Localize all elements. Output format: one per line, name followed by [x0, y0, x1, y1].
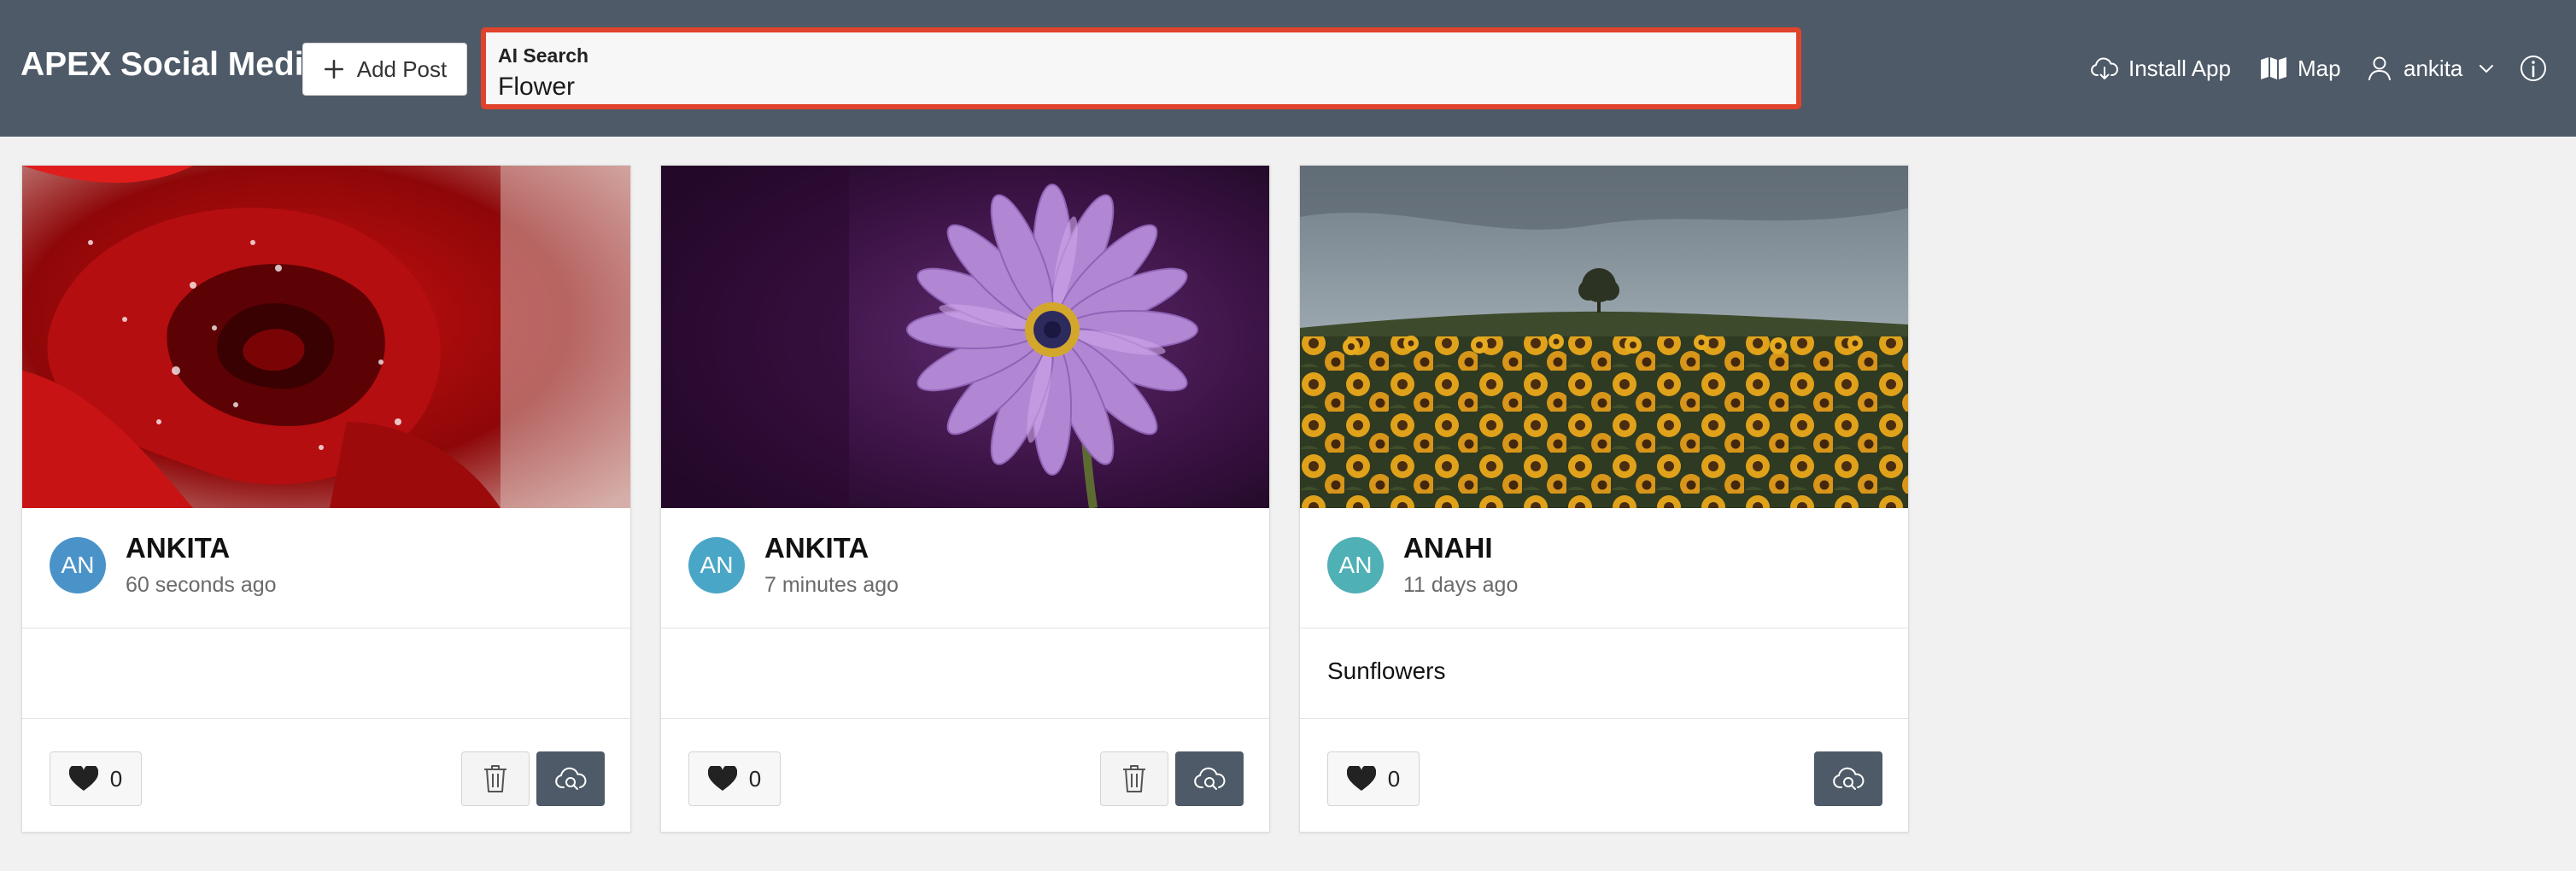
post-header: AN ANAHI 11 days ago: [1300, 508, 1908, 628]
like-count: 0: [748, 765, 762, 792]
post-author: ANAHI: [1403, 532, 1493, 564]
heart-icon: [707, 766, 737, 791]
avatar: AN: [688, 537, 745, 593]
download-image-button[interactable]: [1175, 751, 1244, 806]
download-image-button[interactable]: [536, 751, 605, 806]
heart-icon: [1346, 766, 1376, 791]
post-card: AN ANKITA 60 seconds ago 0: [21, 165, 631, 833]
map-icon: [2261, 57, 2286, 79]
post-author: ANKITA: [764, 532, 869, 564]
post-card: AN ANKITA 7 minutes ago 0: [660, 165, 1270, 833]
cloud-search-icon: [555, 767, 587, 790]
map-label: Map: [2298, 55, 2341, 81]
add-post-label: Add Post: [356, 56, 448, 82]
post-header: AN ANKITA 60 seconds ago: [22, 508, 630, 628]
post-body: [661, 628, 1269, 719]
post-time: 60 seconds ago: [126, 573, 277, 597]
post-caption: Sunflowers: [1327, 658, 1446, 684]
app-title[interactable]: APEX Social Media: [20, 46, 322, 84]
top-navigation-bar: APEX Social Media Add Post AI Search Ins…: [0, 0, 2576, 137]
ai-search-input[interactable]: [495, 72, 1783, 102]
install-app-button[interactable]: Install App: [2089, 50, 2231, 87]
like-button[interactable]: 0: [1327, 751, 1420, 806]
post-time: 11 days ago: [1403, 573, 1519, 597]
trash-icon: [484, 765, 506, 792]
like-button[interactable]: 0: [688, 751, 781, 806]
post-header: AN ANKITA 7 minutes ago: [661, 508, 1269, 628]
like-count: 0: [1387, 765, 1401, 792]
post-time: 7 minutes ago: [764, 573, 899, 597]
trash-icon: [1123, 765, 1145, 792]
download-image-button[interactable]: [1814, 751, 1882, 806]
post-body: [22, 628, 630, 719]
plus-icon: [324, 59, 343, 79]
map-button[interactable]: Map: [2258, 50, 2341, 87]
user-name: ankita: [2403, 55, 2463, 81]
ai-search-field[interactable]: AI Search: [481, 27, 1801, 109]
avatar: AN: [50, 537, 106, 593]
user-menu-button[interactable]: ankita: [2364, 50, 2497, 87]
info-button[interactable]: [2518, 50, 2549, 87]
post-body: Sunflowers: [1300, 628, 1908, 719]
delete-post-button[interactable]: [461, 751, 530, 806]
post-card: AN ANAHI 11 days ago Sunflowers 0: [1299, 165, 1909, 833]
install-app-label: Install App: [2128, 55, 2231, 81]
ai-search-label: AI Search: [498, 44, 589, 67]
cloud-download-icon: [2091, 57, 2118, 79]
delete-post-button[interactable]: [1100, 751, 1168, 806]
like-count: 0: [109, 765, 123, 792]
post-image-purple-daisy[interactable]: [661, 166, 1269, 508]
avatar: AN: [1327, 537, 1384, 593]
post-author: ANKITA: [126, 532, 231, 564]
cloud-search-icon: [1194, 767, 1226, 790]
chevron-down-icon: [2479, 65, 2494, 73]
post-image-red-rose[interactable]: [22, 166, 630, 508]
user-icon: [2368, 56, 2391, 80]
post-image-sunflower-field[interactable]: [1300, 166, 1908, 508]
like-button[interactable]: 0: [50, 751, 142, 806]
add-post-button[interactable]: Add Post: [302, 43, 467, 96]
cloud-search-icon: [1833, 767, 1865, 790]
heart-icon: [68, 766, 98, 791]
info-icon: [2520, 56, 2546, 81]
